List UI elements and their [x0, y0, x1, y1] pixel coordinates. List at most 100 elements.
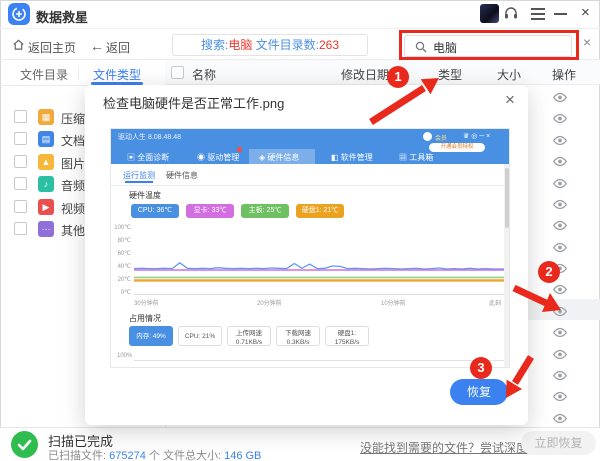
preview-image: 驱动人生 8.08.48.48 会员 ♛ ◎ ─ × 开通会员特权 ▣ 全面诊断… — [110, 128, 510, 368]
preview-partial-chart-label: 100% — [117, 353, 132, 359]
home-button[interactable]: 返回主页 — [28, 39, 76, 56]
preview-eye-icon[interactable] — [552, 325, 568, 343]
recover-now-button[interactable]: 立即恢复 — [521, 431, 596, 455]
search-info-count-label: 文件目录数: — [252, 38, 319, 52]
column-header-修改日期: 修改日期 — [341, 66, 389, 83]
preview-eye-icon[interactable] — [552, 197, 568, 215]
search-clear-icon[interactable]: × — [583, 34, 591, 50]
chart-series-CPU — [134, 263, 508, 269]
preview-member-name: 会员 — [435, 133, 447, 142]
temp-pill-1: CPU: 36℃ — [131, 204, 179, 218]
sidebar-item-label: 图片 — [61, 155, 85, 172]
item-checkbox[interactable] — [14, 177, 27, 190]
scanned-count: 675274 — [109, 450, 146, 461]
temperature-chart — [134, 227, 508, 297]
tab-file-directory[interactable]: 文件目录 — [20, 66, 68, 83]
preview-subtab-monitor: 运行监测 — [123, 170, 155, 181]
preview-modal: 检查电脑硬件是否正常工作.png × 驱动人生 8.08.48.48 会员 ♛ … — [85, 85, 528, 425]
preview-eye-icon[interactable] — [552, 282, 568, 300]
usage-pill-1: 内存: 49% — [129, 326, 173, 346]
preview-eye-icon[interactable] — [552, 218, 568, 236]
chart-ylabel: 60℃ — [113, 250, 131, 257]
minimize-icon[interactable] — [554, 13, 567, 15]
home-icon — [12, 38, 25, 56]
search-info-field: 搜索:电脑 文件目录数:263 — [172, 34, 368, 56]
temp-pill-4: 硬盘1: 21℃ — [296, 204, 344, 218]
preview-eye-icon[interactable] — [552, 133, 568, 151]
search-info-count: 263 — [319, 38, 339, 52]
chart-xlabel: 30分钟前 — [134, 298, 159, 307]
preview-tab-软件管理: ◧ 软件管理 — [331, 152, 373, 163]
chart-ylabel: 80℃ — [113, 237, 131, 244]
other-icon: ··· — [38, 221, 54, 237]
temp-pill-2: 显卡: 33℃ — [186, 204, 234, 218]
preview-eye-icon[interactable] — [552, 304, 568, 322]
app-window: 数据救星 × 返回主页 ← 返回 搜索:电脑 文件目录数:263 电脑 × — [0, 0, 600, 461]
preview-tab-驱动管理: ◉ 驱动管理 — [197, 152, 239, 163]
chart-xlabel: 此刻 — [489, 298, 501, 307]
column-header-名称: 名称 — [192, 66, 216, 83]
sidebar-item-label: 音频 — [61, 177, 85, 194]
chart-ylabel: 100℃ — [113, 224, 131, 231]
app-logo-icon — [8, 3, 30, 25]
tab-file-type[interactable]: 文件类型 — [93, 66, 141, 83]
headphones-icon[interactable] — [503, 5, 519, 26]
column-header-大小: 大小 — [497, 66, 521, 83]
back-button[interactable]: 返回 — [106, 39, 130, 56]
search-info-label: 搜索: — [201, 38, 228, 52]
temp-pill-3: 主板: 25℃ — [241, 204, 289, 218]
modal-close-icon[interactable]: × — [505, 90, 515, 110]
preview-eye-icon[interactable] — [552, 176, 568, 194]
item-checkbox[interactable] — [14, 222, 27, 235]
total-size: 146 GB — [224, 450, 261, 461]
item-checkbox[interactable] — [14, 200, 27, 213]
chart-ylabel: 40℃ — [113, 263, 131, 270]
usage-pill-2: CPU: 21% — [178, 326, 222, 346]
update-dot — [237, 147, 242, 152]
preview-user-avatar — [423, 132, 432, 141]
item-checkbox[interactable] — [14, 132, 27, 145]
app-title: 数据救星 — [36, 7, 88, 26]
annotation-step-3: 3 — [470, 357, 492, 379]
column-header-操作: 操作 — [552, 66, 576, 83]
preview-eye-icon[interactable] — [552, 368, 568, 386]
chart-xlabel: 20分钟前 — [257, 298, 282, 307]
usage-pill-4: 下载网速0.3KB/s — [276, 326, 320, 346]
preview-eye-icon[interactable] — [552, 389, 568, 407]
sidebar-item-label: 文档 — [61, 132, 85, 149]
recover-button[interactable]: 恢复 — [450, 379, 508, 405]
preview-temp-section-label: 硬件温度 — [129, 190, 161, 201]
sidebar-item-label: 视频 — [61, 200, 85, 217]
chart-ylabel: 20℃ — [113, 276, 131, 283]
search-info-term: 电脑 — [228, 38, 252, 52]
chart-ylabel: 0℃ — [113, 289, 131, 296]
back-arrow-icon[interactable]: ← — [90, 38, 104, 54]
chart-xlabel: 10分钟前 — [381, 298, 406, 307]
preview-eye-icon[interactable] — [552, 154, 568, 172]
preview-subtab-hwinfo: 硬件信息 — [166, 170, 198, 181]
preview-eye-icon[interactable] — [552, 240, 568, 258]
video-icon: ▶ — [38, 199, 54, 215]
select-all-checkbox[interactable] — [171, 66, 184, 79]
audio-icon: ♪ — [38, 176, 54, 192]
usage-pill-3: 上传网速0.71KB/s — [227, 326, 271, 346]
preview-tab-硬件信息: ◈ 硬件信息 — [259, 152, 299, 163]
preview-eye-icon[interactable] — [552, 111, 568, 129]
preview-tab-全面诊断: ▣ 全面诊断 — [127, 152, 169, 163]
preview-tab-工具箱: ▦ 工具箱 — [399, 152, 433, 163]
document-icon: ▤ — [38, 131, 54, 147]
statusbar: 扫描已完成 已扫描文件: 675274 个 文件总大小: 146 GB 没能找到… — [0, 427, 600, 461]
preview-eye-icon[interactable] — [552, 90, 568, 108]
column-header-类型: 类型 — [438, 66, 462, 83]
preview-eye-icon[interactable] — [552, 347, 568, 365]
close-icon[interactable]: × — [581, 4, 590, 21]
preview-eye-icon[interactable] — [552, 411, 568, 429]
annotation-step-2: 2 — [538, 261, 560, 283]
user-avatar[interactable] — [480, 4, 499, 23]
menu-icon[interactable] — [531, 8, 545, 10]
item-checkbox[interactable] — [14, 155, 27, 168]
titlebar: 数据救星 × — [0, 0, 600, 28]
zip-file-icon: ▦ — [38, 109, 54, 125]
preview-usage-section-label: 占用情况 — [129, 313, 161, 324]
item-checkbox[interactable] — [14, 110, 27, 123]
